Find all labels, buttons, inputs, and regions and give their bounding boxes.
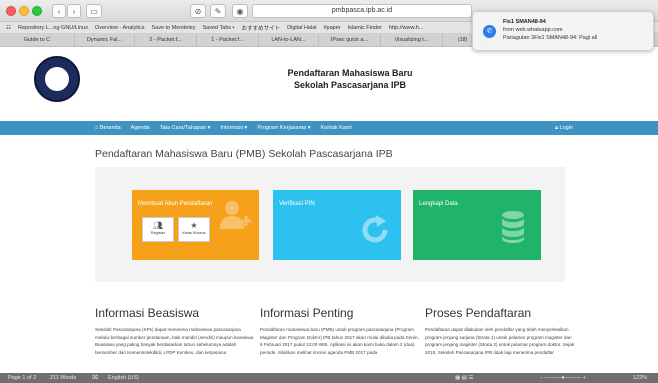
link-icon[interactable]: ✎ [210, 4, 226, 18]
site-title: Pendaftaran Mahasiswa Baru Sekolah Pasca… [240, 67, 460, 91]
minimize-window-button[interactable] [19, 6, 29, 16]
bookmark-item[interactable]: Saved Tabs ▪ [203, 25, 235, 31]
site-title-line2: Sekolah Pascasarjana IPB [293, 80, 407, 90]
page-heading: Pendaftaran Mahasiswa Baru (PMB) Sekolah… [95, 148, 393, 160]
section-title: Informasi Penting [260, 306, 354, 320]
nav-item-agenda[interactable]: Agenda [131, 125, 150, 131]
info-penting-section: Informasi Penting Pendaftaran mahasiswa … [260, 306, 420, 356]
address-bar[interactable]: pmbpasca.ipb.ac.id [252, 4, 472, 18]
zoom-level[interactable]: 122% [633, 375, 647, 381]
ipb-logo[interactable] [34, 56, 80, 102]
main-nav: ⌂ Beranda Agenda Tata Cara/Tahapan ▾ Inf… [0, 121, 658, 135]
proofing-icon[interactable]: ⌧ [92, 375, 98, 381]
forward-button[interactable]: › [67, 4, 81, 18]
sidebar-icon[interactable]: ▭ [86, 4, 102, 18]
view-mode-icons[interactable]: ▦ ▤ ☰ [455, 375, 473, 381]
bookmark-item[interactable]: Repository L...ng GNU/Linux [18, 25, 88, 31]
tile-buat-akun[interactable]: Membuat Akun Pendaftaran 👥︎ Register ★ K… [132, 190, 259, 260]
bookmark-item[interactable]: Islamic Finder [348, 25, 382, 31]
browser-tab[interactable]: 1 - Packet.f... [197, 34, 259, 46]
add-user-icon [220, 201, 251, 229]
nav-item-tata-cara[interactable]: Tata Cara/Tahapan ▾ [160, 125, 211, 131]
reader-icon[interactable]: ◉ [232, 4, 248, 18]
bookmarks-icon[interactable]: ☷ [6, 25, 11, 31]
word-status-bar: Page 1 of 2 211 Words ⌧ English (US) ▦ ▤… [0, 373, 658, 383]
users-icon: 👥︎ [152, 221, 164, 230]
site-header: Pendaftaran Mahasiswa Baru Sekolah Pasca… [0, 47, 658, 119]
kelas-khusus-button[interactable]: ★ Kelas Khusus [178, 217, 210, 242]
tile-title: Membuat Akun Pendaftaran [138, 201, 213, 207]
language-indicator[interactable]: English (US) [108, 375, 139, 381]
back-button[interactable]: ‹ [52, 4, 66, 18]
section-body: Pendaftaran mahasiswa baru (PMB) untuk p… [260, 327, 419, 355]
bookmark-item[interactable]: Overview - Analytics [95, 25, 145, 31]
info-beasiswa-section: Informasi Beasiswa Sekolah Pascasarjana … [95, 306, 255, 356]
bookmark-item[interactable]: Save to Mendeley [151, 25, 195, 31]
tile-verifikasi-pin[interactable]: Verifikasi PIN [273, 190, 401, 260]
notification-source: from web.whatsapp.com [503, 27, 563, 33]
register-button[interactable]: 👥︎ Register [142, 217, 174, 242]
browser-tab[interactable]: Dynamic Fal... [75, 34, 135, 46]
logo-emblem [45, 67, 69, 91]
notification-message: Pariagutan 3Fis1 SMAN48-94: Pagi all [503, 35, 598, 41]
browser-tab[interactable]: 2 - Packet.f... [135, 34, 197, 46]
notification-banner[interactable]: ✆ Fis1 SMAN48-94 from web.whatsapp.com P… [472, 11, 654, 51]
browser-tab[interactable]: LAN-to-LAN... [259, 34, 319, 46]
zoom-window-button[interactable] [32, 6, 42, 16]
zoom-slider[interactable]: − ———●——— + [540, 375, 586, 381]
notification-text: Fis1 SMAN48-94 from web.whatsapp.com Par… [503, 18, 597, 42]
bookmark-item[interactable]: http://www.h... [389, 25, 424, 31]
nav-item-beranda[interactable]: ⌂ Beranda [95, 125, 121, 131]
bookmark-item[interactable]: おすすめサイト [242, 24, 281, 32]
browser-tab[interactable]: IPsec quick a... [319, 34, 381, 46]
section-body: Sekolah Pascasarjana (SPs) dapat menerim… [95, 327, 255, 355]
nav-item-informasi[interactable]: Informasi ▾ [220, 125, 247, 131]
refresh-icon [362, 215, 388, 243]
extension-icon[interactable]: ⊘ [190, 4, 206, 18]
notification-title: Fis1 SMAN48-94 [503, 19, 546, 25]
section-body: Pendaftaran dapat dilakukan oleh pendaft… [425, 327, 575, 355]
proses-pendaftaran-section: Proses Pendaftaran Pendaftaran dapat dil… [425, 306, 585, 356]
tile-title: Verifikasi PIN [279, 201, 315, 207]
browser-tab[interactable]: Guide to C [0, 34, 75, 46]
bookmark-item[interactable]: Digital Halal [287, 25, 316, 31]
site-title-line1: Pendaftaran Mahasiswa Baru [287, 68, 413, 78]
bookmark-item[interactable]: #paper [324, 25, 341, 31]
page-count[interactable]: Page 1 of 2 [8, 375, 36, 381]
browser-tab[interactable]: Visualizing t... [381, 34, 443, 46]
login-link[interactable]: 🔒︎ Login [555, 125, 573, 132]
tile-title: Lengkapi Data [419, 201, 458, 207]
star-icon: ★ [190, 221, 198, 230]
tile-lengkapi-data[interactable]: Lengkapi Data [413, 190, 541, 260]
database-icon [502, 211, 524, 243]
whatsapp-icon: ✆ [483, 25, 496, 38]
section-title: Informasi Beasiswa [95, 306, 200, 320]
close-window-button[interactable] [6, 6, 16, 16]
nav-item-kontak-kami[interactable]: Kontak Kami [321, 125, 352, 131]
word-count[interactable]: 211 Words [50, 375, 76, 381]
section-title: Proses Pendaftaran [425, 306, 532, 320]
nav-item-program-kerjasama[interactable]: Program Kerjasama ▾ [257, 125, 310, 131]
